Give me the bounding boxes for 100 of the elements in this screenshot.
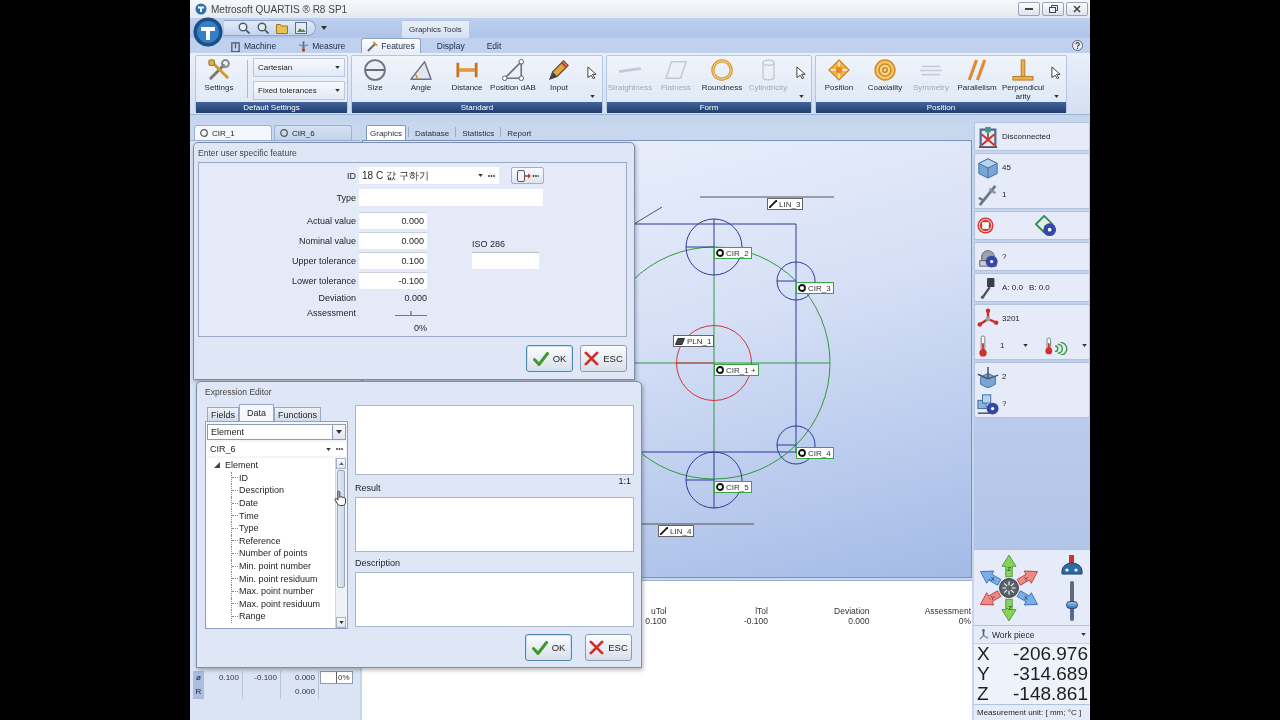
ribbon-button[interactable]: Coaxiality — [862, 56, 908, 102]
scrollbar[interactable] — [335, 458, 346, 628]
tree-item[interactable]: Description — [239, 485, 285, 496]
view-tab[interactable]: Report — [503, 125, 536, 140]
circle-diameter-icon — [364, 59, 386, 81]
window-title: Metrosoft QUARTIS ® R8 SP1 — [211, 3, 348, 15]
tree-item[interactable]: Range — [239, 611, 266, 622]
symmetry-icon — [920, 64, 942, 76]
ribbon-tab[interactable]: Edit — [480, 38, 508, 53]
tree-item[interactable]: Min. point residuum — [239, 573, 318, 584]
tree-item[interactable]: Number of points — [239, 548, 308, 559]
ribbon-button[interactable]: Size — [352, 56, 398, 102]
view-tab[interactable]: Database — [411, 125, 454, 140]
view-tab[interactable]: Graphics — [366, 125, 406, 140]
description-field[interactable] — [355, 572, 634, 627]
settings-button[interactable]: Settings — [196, 56, 242, 102]
app-icon — [195, 3, 207, 15]
cylinder-icon — [761, 59, 775, 81]
pointer-icon[interactable] — [1050, 66, 1062, 79]
iso-field[interactable] — [472, 252, 539, 269]
type-field[interactable] — [359, 189, 543, 206]
escape-button[interactable]: ESC — [580, 345, 627, 372]
feature-tag[interactable]: CIR_4 — [796, 447, 834, 459]
ribbon-button[interactable]: Position — [816, 56, 862, 102]
joystick-icon[interactable] — [999, 577, 1019, 598]
sensor-dropdown[interactable] — [1044, 336, 1087, 355]
caret-icon[interactable] — [589, 95, 595, 98]
minimize-button[interactable] — [1018, 2, 1040, 16]
check-icon — [531, 640, 548, 655]
editor-tab[interactable]: Functions — [274, 407, 322, 421]
value-field[interactable]: 0.100 — [359, 252, 427, 269]
caret-icon[interactable] — [798, 95, 804, 98]
caret-icon[interactable] — [1053, 95, 1059, 98]
editor-tab[interactable]: Data — [239, 404, 275, 421]
result-field[interactable] — [355, 497, 634, 552]
ok-button[interactable]: OK — [526, 345, 573, 372]
ribbon-tab[interactable]: Machine — [224, 38, 283, 53]
tree-item[interactable]: Date — [239, 498, 258, 509]
feature-tag[interactable]: LIN_3 — [767, 198, 804, 210]
ribbon-button[interactable]: Angle — [398, 56, 444, 102]
probe-head-icon[interactable] — [1060, 554, 1084, 575]
ribbon-tab[interactable]: Measure — [292, 38, 352, 53]
ribbon-button[interactable]: Position dAB — [490, 56, 536, 102]
ribbon-button[interactable]: Perpendicularity — [1000, 56, 1046, 102]
folder-icon[interactable] — [276, 22, 288, 34]
ribbon-button[interactable]: Input — [536, 56, 582, 102]
field-label: Nominal value — [297, 235, 356, 246]
feature-tag[interactable]: CIR_5 — [714, 481, 752, 493]
feature-tag[interactable]: LIN_4 — [658, 525, 695, 537]
slider-thumb[interactable] — [1066, 601, 1078, 610]
element-combo[interactable]: CIR_6 — [207, 442, 346, 456]
feature-tag[interactable]: CIR_1 + — [714, 364, 759, 376]
category-dropdown[interactable]: Element — [207, 424, 346, 440]
ribbon-button[interactable]: Parallelism — [954, 56, 1000, 102]
diamond-badge-icon[interactable] — [1035, 214, 1057, 237]
view-tab[interactable]: Statistics — [458, 125, 499, 140]
expression-field[interactable] — [355, 405, 634, 475]
dropdown[interactable]: Fixed tolerances — [253, 81, 345, 100]
editor-tab[interactable]: Fields — [207, 407, 239, 421]
feature-tab[interactable]: CIR_6 — [274, 125, 352, 140]
ribbon-tab[interactable]: Display — [430, 38, 471, 53]
tree-item[interactable]: Reference — [239, 535, 281, 546]
close-button[interactable] — [1066, 2, 1088, 16]
restore-button[interactable] — [1042, 2, 1064, 16]
help-icon[interactable] — [1072, 40, 1083, 51]
tree-item[interactable]: ID — [239, 472, 248, 483]
tree-item[interactable]: Min. point number — [239, 561, 312, 572]
stop-icon[interactable] — [977, 217, 994, 234]
tree-item[interactable]: Max. point number — [239, 586, 314, 597]
ribbon-button[interactable]: Roundness — [699, 56, 745, 102]
escape-button[interactable]: ESC — [585, 634, 632, 661]
tree-item[interactable]: Type — [239, 523, 259, 534]
feature-tab[interactable]: CIR_1 — [194, 125, 272, 140]
triangle-icon[interactable] — [214, 462, 220, 469]
dropdown[interactable]: Cartesian — [253, 58, 345, 77]
value-field[interactable]: 0.000 — [359, 212, 427, 229]
value-field[interactable]: 0.000 — [359, 232, 427, 249]
pick-button[interactable] — [511, 167, 544, 184]
id-combo[interactable]: 18 C 값 구하기 — [359, 167, 499, 184]
crosshair-icon — [828, 59, 850, 81]
feature-tag[interactable]: CIR_2 — [714, 247, 752, 259]
pointer-icon[interactable] — [795, 66, 807, 79]
ribbon-tab[interactable]: Features — [361, 38, 421, 53]
tree-item[interactable]: Time — [239, 510, 259, 521]
ok-button[interactable]: OK — [525, 634, 572, 661]
contextual-tab-group: Graphics Tools — [401, 20, 470, 38]
ring-icon — [716, 483, 724, 491]
picture-icon[interactable] — [295, 22, 307, 34]
pointer-icon[interactable] — [586, 66, 598, 79]
table-cell: 0.000 — [281, 685, 319, 699]
magnifier-icon[interactable] — [238, 22, 250, 34]
tree-item[interactable]: Max. point residuum — [239, 598, 321, 609]
magnifier-icon[interactable] — [257, 22, 269, 34]
tree-item[interactable]: Element — [225, 460, 259, 471]
ribbon-button[interactable]: Distance — [444, 56, 490, 102]
caret-icon[interactable] — [321, 26, 327, 30]
temperature-dropdown[interactable]: 1 — [1000, 341, 1030, 350]
value-field[interactable]: -0.100 — [359, 272, 427, 289]
feature-tag[interactable]: PLN_1 — [673, 335, 715, 347]
feature-tag[interactable]: CIR_3 — [796, 282, 834, 294]
